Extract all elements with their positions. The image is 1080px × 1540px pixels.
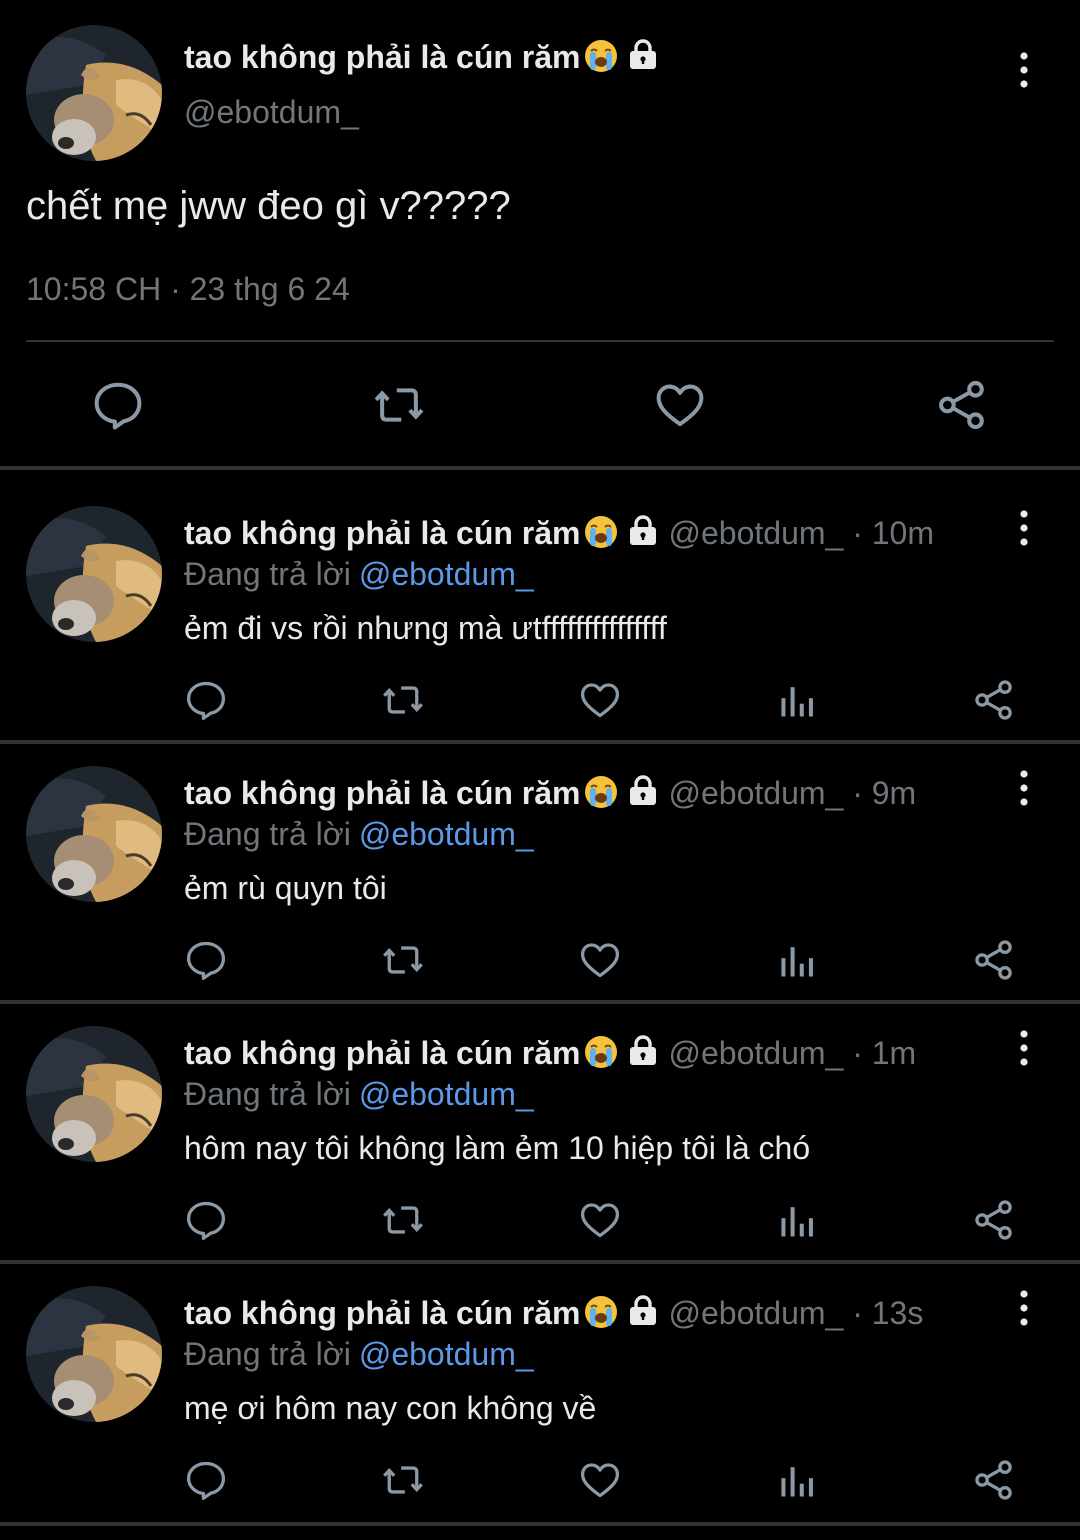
reply-header: tao không phải là cún răm @ebotdum_ · 9m: [184, 774, 916, 818]
main-tweet[interactable]: tao không phải là cún răm @ebotdum_ chết…: [0, 0, 1080, 466]
divider: [26, 340, 1054, 342]
more-options-icon[interactable]: [1010, 508, 1038, 548]
avatar[interactable]: [26, 1026, 162, 1162]
lock-icon: [627, 514, 659, 554]
display-name-text: tao không phải là cún răm: [184, 1295, 581, 1331]
divider: [0, 1000, 1080, 1004]
mention-link[interactable]: @ebotdum_: [359, 816, 534, 852]
retweet-icon[interactable]: [381, 678, 425, 722]
retweet-icon[interactable]: [372, 378, 426, 432]
display-name[interactable]: tao không phải là cún răm: [184, 38, 659, 82]
like-icon[interactable]: [578, 938, 622, 982]
reply-icon[interactable]: [184, 938, 228, 982]
share-icon[interactable]: [935, 378, 989, 432]
reply-tweet[interactable]: tao không phải là cún răm @ebotdum_ · 13s…: [0, 1282, 1080, 1540]
views-icon[interactable]: [775, 1198, 819, 1242]
handle[interactable]: @ebotdum_: [669, 775, 844, 811]
reply-icon[interactable]: [184, 1198, 228, 1242]
views-icon[interactable]: [775, 938, 819, 982]
handle[interactable]: @ebotdum_: [669, 1035, 844, 1071]
reply-tweet[interactable]: tao không phải là cún răm @ebotdum_ · 10m…: [0, 502, 1080, 760]
replying-to: Đang trả lời @ebotdum_: [184, 1336, 534, 1373]
replying-to: Đang trả lời @ebotdum_: [184, 816, 534, 853]
divider: [0, 1260, 1080, 1264]
share-icon[interactable]: [972, 1198, 1016, 1242]
reply-header: tao không phải là cún răm @ebotdum_ · 1m: [184, 1034, 916, 1078]
more-options-icon[interactable]: [1010, 50, 1038, 90]
display-name[interactable]: tao không phải là cún răm: [184, 775, 659, 811]
reply-header: tao không phải là cún răm @ebotdum_ · 10m: [184, 514, 934, 558]
lock-icon: [627, 1034, 659, 1074]
loudly-crying-face-icon: [583, 1034, 619, 1078]
tweet-text: mẹ ơi hôm nay con không về: [184, 1390, 597, 1426]
like-icon[interactable]: [578, 1198, 622, 1242]
loudly-crying-face-icon: [583, 1294, 619, 1338]
mention-link[interactable]: @ebotdum_: [359, 556, 534, 592]
like-icon[interactable]: [578, 1458, 622, 1502]
relative-time[interactable]: · 13s: [843, 1295, 923, 1331]
avatar[interactable]: [26, 1286, 162, 1422]
display-name-text: tao không phải là cún răm: [184, 515, 581, 551]
divider: [0, 740, 1080, 744]
lock-icon: [627, 1294, 659, 1334]
display-name-text: tao không phải là cún răm: [184, 775, 581, 811]
replying-label: Đang trả lời: [184, 556, 351, 592]
mention-link[interactable]: @ebotdum_: [359, 1076, 534, 1112]
avatar[interactable]: [26, 25, 162, 161]
replying-label: Đang trả lời: [184, 1076, 351, 1112]
divider: [0, 466, 1080, 470]
divider: [0, 1522, 1080, 1526]
tweet-text: hôm nay tôi không làm ẻm 10 hiệp tôi là …: [184, 1130, 811, 1166]
lock-icon: [627, 38, 659, 78]
lock-icon: [627, 774, 659, 814]
retweet-icon[interactable]: [381, 1458, 425, 1502]
tweet-text: chết mẹ jww đeo gì v?????: [26, 184, 511, 228]
retweet-icon[interactable]: [381, 1198, 425, 1242]
relative-time[interactable]: · 9m: [843, 775, 916, 811]
loudly-crying-face-icon: [583, 38, 619, 82]
handle[interactable]: @ebotdum_: [184, 94, 359, 131]
replying-to: Đang trả lời @ebotdum_: [184, 556, 534, 593]
avatar[interactable]: [26, 766, 162, 902]
share-icon[interactable]: [972, 1458, 1016, 1502]
reply-icon[interactable]: [91, 378, 145, 432]
loudly-crying-face-icon: [583, 774, 619, 818]
reply-tweet[interactable]: tao không phải là cún răm @ebotdum_ · 1m …: [0, 1022, 1080, 1280]
display-name[interactable]: tao không phải là cún răm: [184, 1035, 659, 1071]
display-name[interactable]: tao không phải là cún răm: [184, 1295, 659, 1331]
display-name[interactable]: tao không phải là cún răm: [184, 515, 659, 551]
views-icon[interactable]: [775, 678, 819, 722]
reply-tweet[interactable]: tao không phải là cún răm @ebotdum_ · 9m …: [0, 762, 1080, 1020]
replying-label: Đang trả lời: [184, 816, 351, 852]
mention-link[interactable]: @ebotdum_: [359, 1336, 534, 1372]
replying-to: Đang trả lời @ebotdum_: [184, 1076, 534, 1113]
avatar[interactable]: [26, 506, 162, 642]
like-icon[interactable]: [653, 378, 707, 432]
reply-header: tao không phải là cún răm @ebotdum_ · 13s: [184, 1294, 923, 1338]
replying-label: Đang trả lời: [184, 1336, 351, 1372]
more-options-icon[interactable]: [1010, 1288, 1038, 1328]
handle[interactable]: @ebotdum_: [669, 1295, 844, 1331]
tweet-text: ẻm đi vs rồi nhưng mà ưtfffffffffffffff: [184, 610, 667, 646]
handle[interactable]: @ebotdum_: [669, 515, 844, 551]
share-icon[interactable]: [972, 678, 1016, 722]
display-name-text: tao không phải là cún răm: [184, 39, 581, 75]
loudly-crying-face-icon: [583, 514, 619, 558]
relative-time[interactable]: · 1m: [843, 1035, 916, 1071]
relative-time[interactable]: · 10m: [843, 515, 934, 551]
more-options-icon[interactable]: [1010, 1028, 1038, 1068]
more-options-icon[interactable]: [1010, 768, 1038, 808]
views-icon[interactable]: [775, 1458, 819, 1502]
like-icon[interactable]: [578, 678, 622, 722]
tweet-timestamp[interactable]: 10:58 CH · 23 thg 6 24: [26, 271, 350, 308]
display-name-text: tao không phải là cún răm: [184, 1035, 581, 1071]
retweet-icon[interactable]: [381, 938, 425, 982]
reply-icon[interactable]: [184, 678, 228, 722]
tweet-text: ẻm rù quyn tôi: [184, 870, 387, 906]
reply-icon[interactable]: [184, 1458, 228, 1502]
share-icon[interactable]: [972, 938, 1016, 982]
